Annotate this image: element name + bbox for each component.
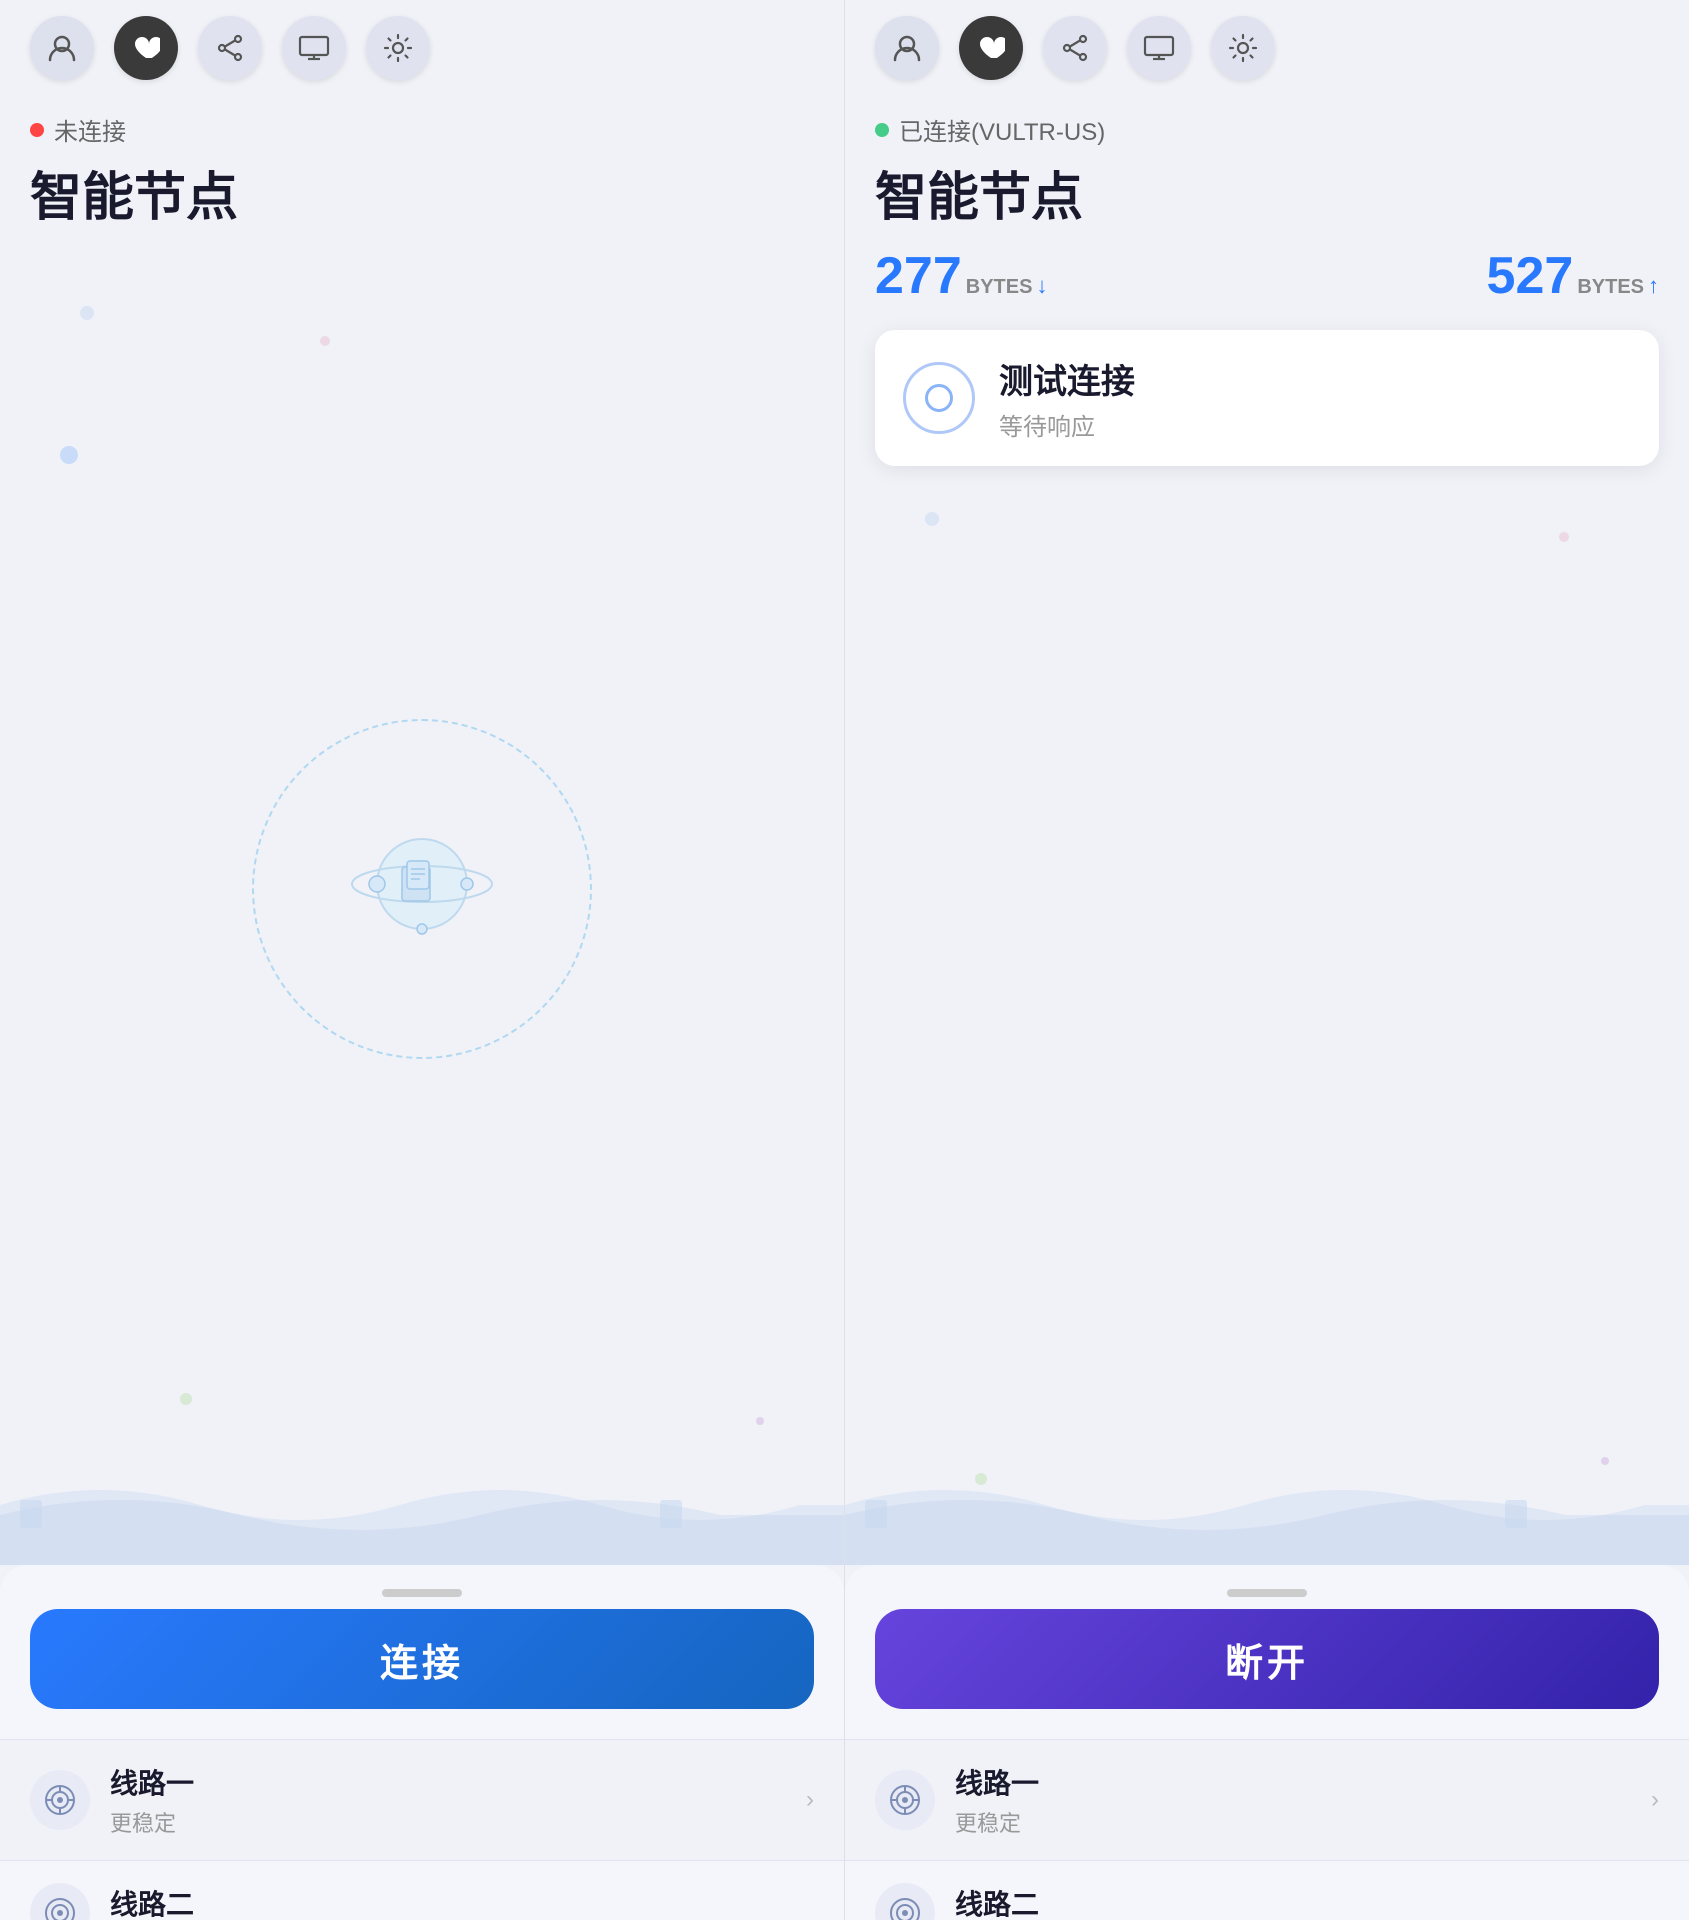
left-wave — [0, 1445, 844, 1565]
right-route-2-name: 线路二 — [955, 1883, 1659, 1920]
upload-value: 527 — [1487, 246, 1574, 306]
left-globe-circle — [252, 719, 592, 1059]
right-route-1-info: 线路一 更稳定 — [955, 1762, 1631, 1838]
test-title: 测试连接 — [999, 354, 1135, 403]
right-panel: 已连接(VULTR-US) 智能节点 277 BYTES ↓ 527 BYTES… — [844, 0, 1689, 1920]
right-route-2-info: 线路二 — [955, 1883, 1659, 1920]
test-connection-card[interactable]: 测试连接 等待响应 — [875, 330, 1659, 466]
right-scroll-handle[interactable] — [1227, 1589, 1307, 1597]
right-profile-button[interactable] — [875, 16, 939, 80]
upload-arrow: ↑ — [1648, 273, 1659, 299]
right-route-1-name: 线路一 — [955, 1762, 1631, 1802]
left-route-1-arrow: › — [806, 1786, 814, 1814]
right-wave — [845, 1445, 1689, 1565]
left-route-2-info: 线路二 — [110, 1883, 814, 1920]
right-toolbar — [845, 0, 1689, 96]
left-connect-button[interactable]: 连接 — [30, 1609, 814, 1709]
dot-4 — [180, 1393, 192, 1405]
left-display-button[interactable] — [282, 16, 346, 80]
right-route-2[interactable]: 线路二 — [845, 1860, 1689, 1920]
right-route-list: 线路一 更稳定 › 线路二 — [845, 1739, 1689, 1920]
download-arrow: ↓ — [1036, 273, 1047, 299]
right-settings-button[interactable] — [1211, 16, 1275, 80]
left-globe-area — [0, 246, 844, 1565]
left-scroll-handle[interactable] — [382, 1589, 462, 1597]
right-status: 已连接(VULTR-US) — [845, 96, 1689, 151]
left-panel: 未连接 智能节点 — [0, 0, 844, 1920]
right-status-label: 已连接(VULTR-US) — [899, 112, 1105, 147]
left-route-1-info: 线路一 更稳定 — [110, 1762, 786, 1838]
left-route-2-name: 线路二 — [110, 1883, 814, 1920]
right-display-button[interactable] — [1127, 16, 1191, 80]
rdot-1 — [925, 512, 939, 526]
left-scroll-area: 连接 — [0, 1565, 844, 1920]
test-subtitle: 等待响应 — [999, 407, 1135, 442]
right-globe-area — [845, 482, 1689, 1565]
upload-unit: BYTES — [1577, 276, 1644, 299]
right-heart-button[interactable] — [959, 16, 1023, 80]
left-profile-button[interactable] — [30, 16, 94, 80]
dot-5 — [756, 1417, 764, 1425]
left-status-label: 未连接 — [54, 112, 126, 147]
right-title: 智能节点 — [845, 151, 1689, 246]
left-title: 智能节点 — [0, 151, 844, 246]
left-route-list: 线路一 更稳定 › 线路二 — [0, 1739, 844, 1920]
download-speed: 277 BYTES ↓ — [875, 246, 1047, 306]
right-scroll-area: 断开 — [845, 1565, 1689, 1920]
left-share-button[interactable] — [198, 16, 262, 80]
left-toolbar — [0, 0, 844, 96]
left-settings-button[interactable] — [366, 16, 430, 80]
right-route-1[interactable]: 线路一 更稳定 › — [845, 1739, 1689, 1860]
right-route-1-icon — [875, 1770, 935, 1830]
right-disconnect-button[interactable]: 断开 — [875, 1609, 1659, 1709]
left-route-1-desc: 更稳定 — [110, 1806, 786, 1838]
right-share-button[interactable] — [1043, 16, 1107, 80]
test-icon-inner — [925, 384, 953, 412]
rdot-2 — [1559, 532, 1569, 542]
test-info: 测试连接 等待响应 — [999, 354, 1135, 442]
right-route-1-desc: 更稳定 — [955, 1806, 1631, 1838]
download-unit: BYTES — [966, 276, 1033, 299]
dot-2 — [320, 336, 330, 346]
right-route-2-icon — [875, 1883, 935, 1920]
right-status-dot — [875, 123, 889, 137]
left-route-2[interactable]: 线路二 — [0, 1860, 844, 1920]
left-route-2-icon — [30, 1883, 90, 1920]
upload-speed: 527 BYTES ↑ — [1487, 246, 1659, 306]
download-value: 277 — [875, 246, 962, 306]
left-status: 未连接 — [0, 96, 844, 151]
left-heart-button[interactable] — [114, 16, 178, 80]
dot-3 — [60, 446, 78, 464]
right-route-1-arrow: › — [1651, 1786, 1659, 1814]
left-route-1-icon — [30, 1770, 90, 1830]
dot-1 — [80, 306, 94, 320]
left-route-1-name: 线路一 — [110, 1762, 786, 1802]
right-speed-row: 277 BYTES ↓ 527 BYTES ↑ — [845, 246, 1689, 322]
left-status-dot — [30, 123, 44, 137]
left-route-1[interactable]: 线路一 更稳定 › — [0, 1739, 844, 1860]
test-icon — [903, 362, 975, 434]
